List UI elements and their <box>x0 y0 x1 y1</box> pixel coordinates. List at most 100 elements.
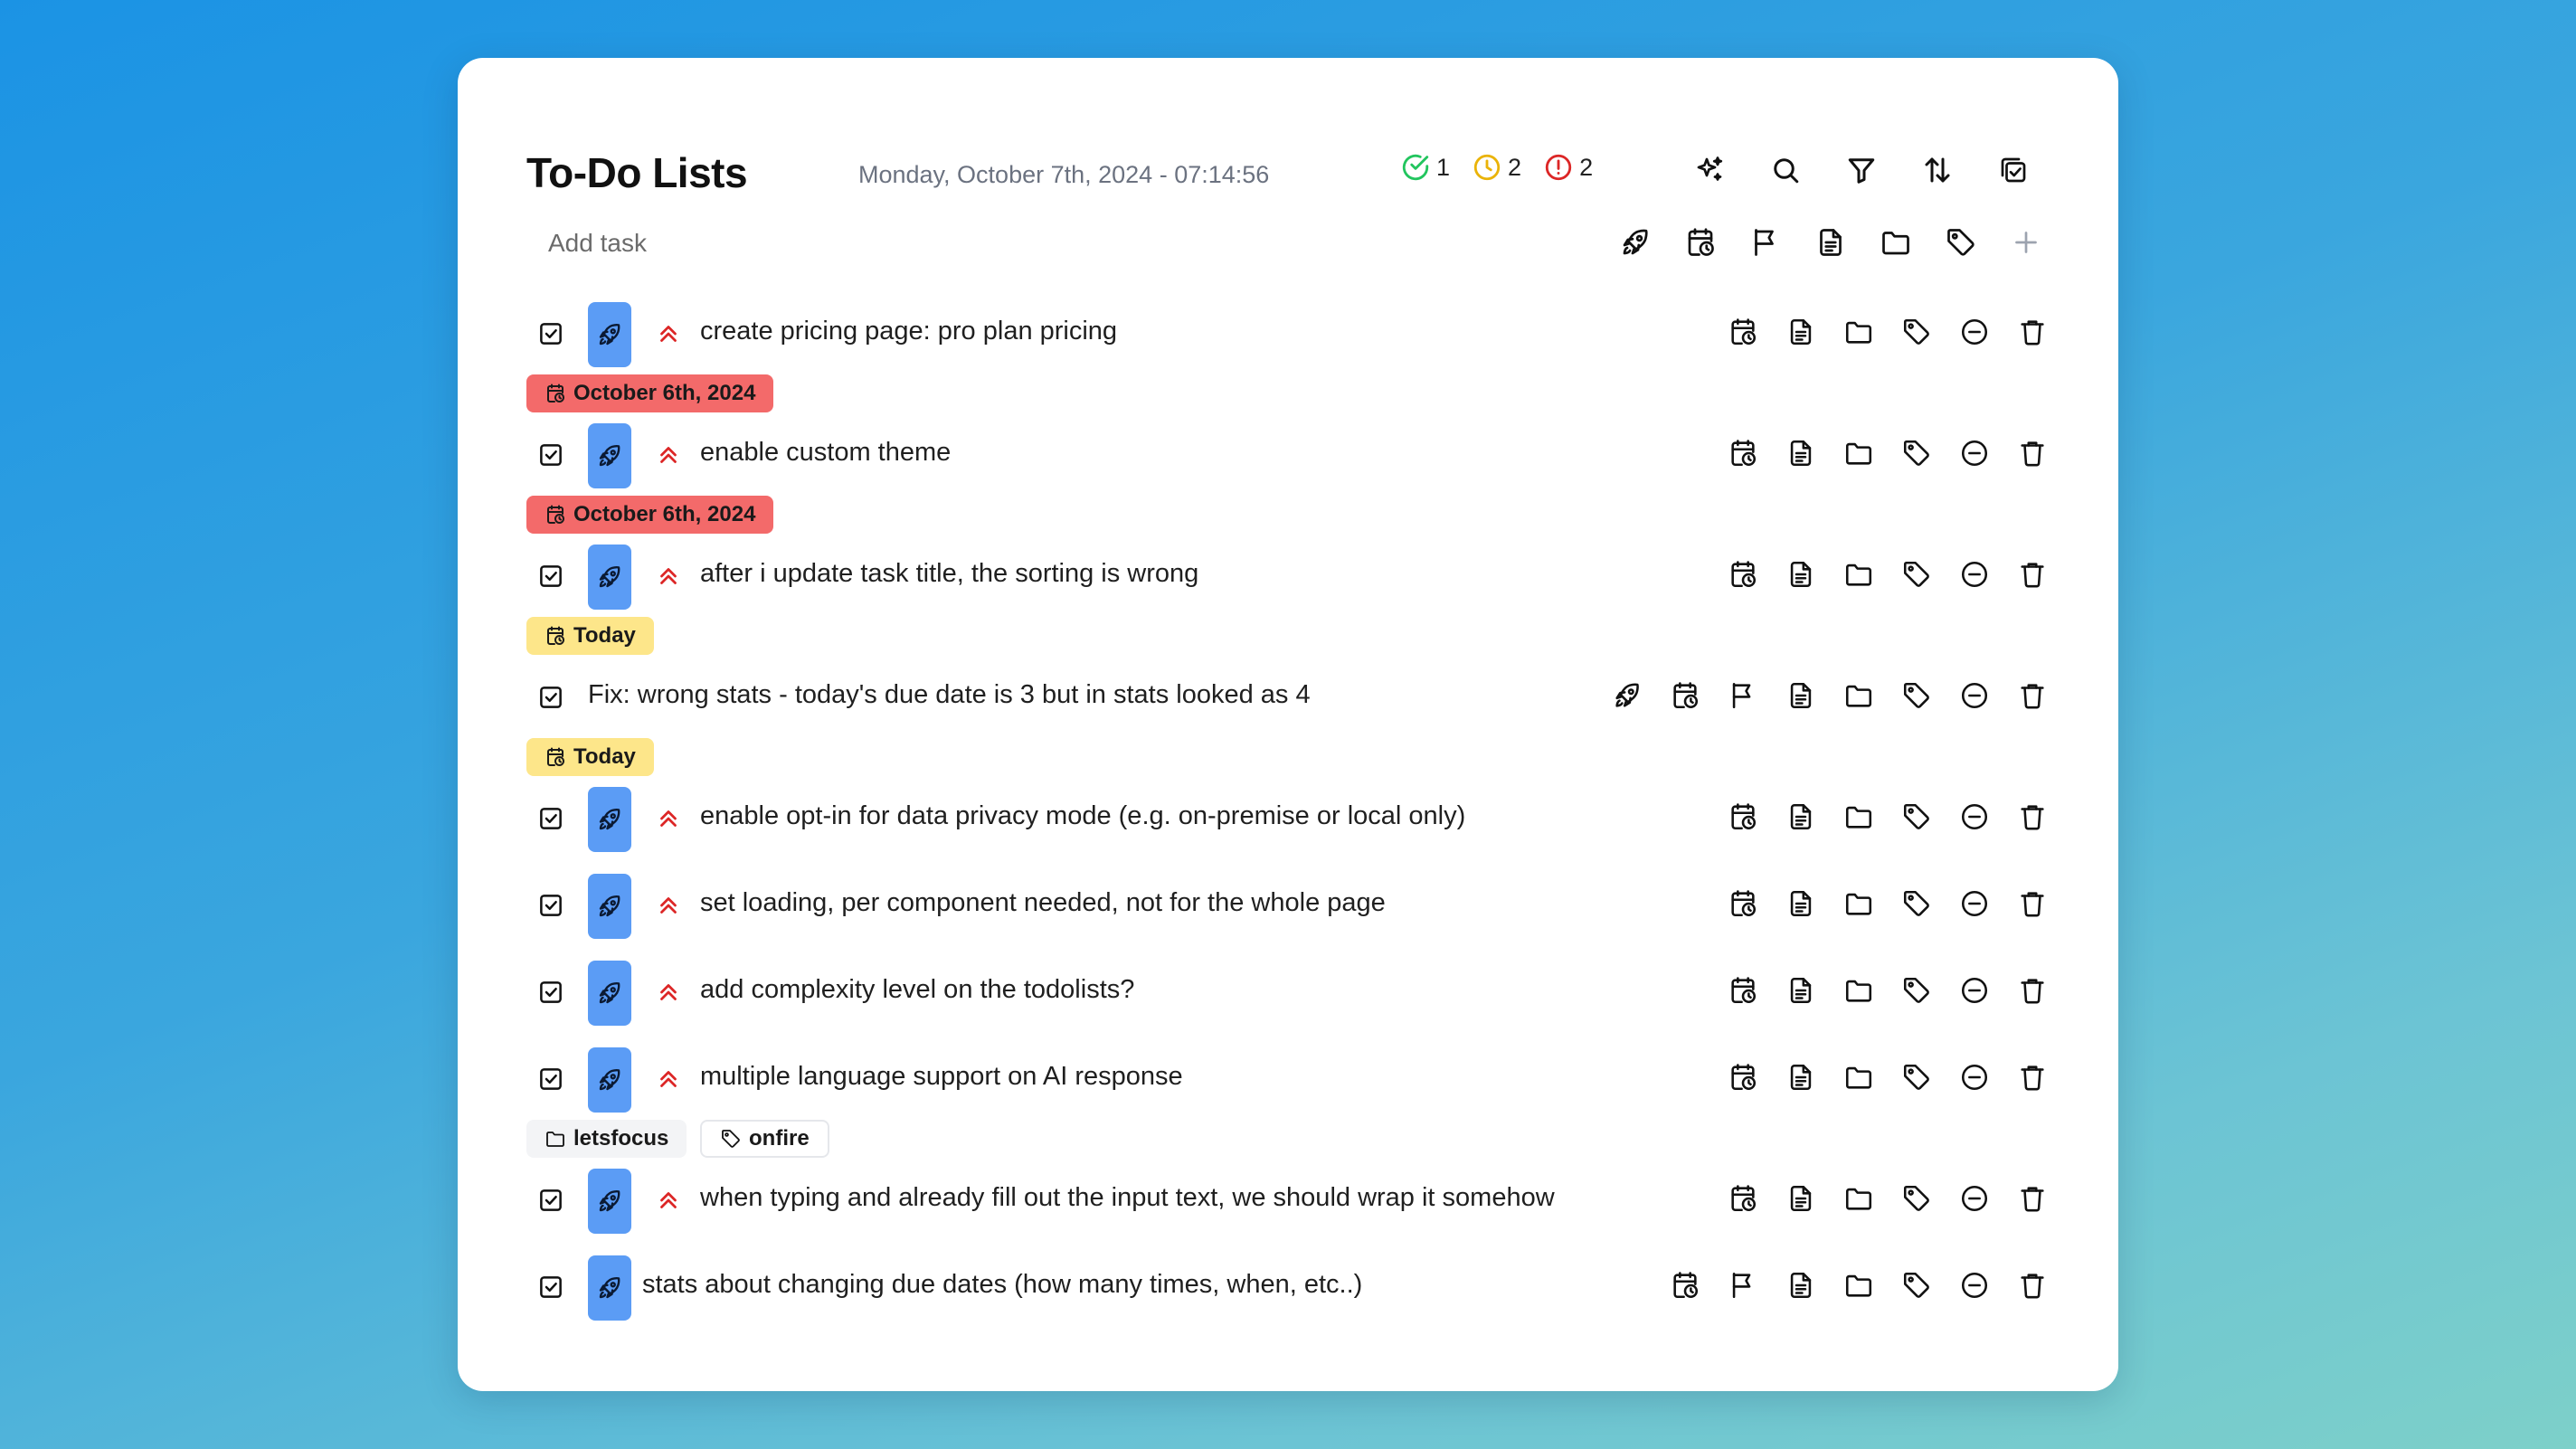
task-checkbox[interactable] <box>537 684 564 711</box>
tag-button[interactable] <box>1899 315 1934 349</box>
priority-button[interactable] <box>1726 1268 1760 1302</box>
note-button[interactable] <box>1784 315 1818 349</box>
focus-button[interactable] <box>1610 678 1644 713</box>
folder-button[interactable] <box>1842 557 1876 592</box>
delete-button[interactable] <box>2015 1181 2050 1216</box>
filter-button[interactable] <box>1843 152 1880 188</box>
task-title[interactable]: enable custom theme <box>700 438 951 468</box>
task-title[interactable]: add complexity level on the todolists? <box>700 975 1134 1005</box>
tag-badge[interactable]: onfire <box>700 1120 829 1158</box>
remove-button[interactable] <box>1957 973 1992 1008</box>
tag-button[interactable] <box>1899 800 1934 834</box>
delete-button[interactable] <box>2015 557 2050 592</box>
folder-button[interactable] <box>1842 315 1876 349</box>
task-checkbox[interactable] <box>537 1065 564 1093</box>
remove-button[interactable] <box>1957 1268 1992 1302</box>
search-button[interactable] <box>1767 152 1804 188</box>
focus-badge[interactable] <box>588 1255 631 1321</box>
due-date-button[interactable] <box>1726 315 1760 349</box>
task-title[interactable]: set loading, per component needed, not f… <box>700 888 1386 918</box>
remove-button[interactable] <box>1957 436 1992 470</box>
task-checkbox[interactable] <box>537 979 564 1006</box>
sort-button[interactable] <box>1919 152 1956 188</box>
due-date-button[interactable] <box>1668 678 1702 713</box>
tag-button[interactable] <box>1899 557 1934 592</box>
stat-done[interactable]: 1 <box>1400 152 1450 183</box>
note-button[interactable] <box>1784 678 1818 713</box>
due-date-button[interactable] <box>1726 1060 1760 1094</box>
remove-button[interactable] <box>1957 886 1992 921</box>
folder-button[interactable] <box>1842 1181 1876 1216</box>
folder-button[interactable] <box>1842 436 1876 470</box>
folder-button[interactable] <box>1842 678 1876 713</box>
focus-badge[interactable] <box>588 423 631 488</box>
tag-button[interactable] <box>1899 436 1934 470</box>
tag-button[interactable] <box>1899 1268 1934 1302</box>
add-note-button[interactable] <box>1813 224 1849 260</box>
task-checkbox[interactable] <box>537 320 564 347</box>
due-date-badge[interactable]: October 6th, 2024 <box>526 496 774 534</box>
add-priority-button[interactable] <box>1747 224 1784 260</box>
priority-button[interactable] <box>1726 678 1760 713</box>
task-title[interactable]: multiple language support on AI response <box>700 1062 1183 1092</box>
folder-button[interactable] <box>1842 1268 1876 1302</box>
delete-button[interactable] <box>2015 1060 2050 1094</box>
task-title[interactable]: when typing and already fill out the inp… <box>700 1183 1555 1213</box>
remove-button[interactable] <box>1957 557 1992 592</box>
due-date-button[interactable] <box>1726 436 1760 470</box>
remove-button[interactable] <box>1957 315 1992 349</box>
note-button[interactable] <box>1784 1181 1818 1216</box>
add-due-date-button[interactable] <box>1682 224 1719 260</box>
folder-button[interactable] <box>1842 800 1876 834</box>
note-button[interactable] <box>1784 800 1818 834</box>
focus-badge[interactable] <box>588 545 631 610</box>
remove-button[interactable] <box>1957 1181 1992 1216</box>
task-title[interactable]: Fix: wrong stats - today's due date is 3… <box>588 680 1311 710</box>
remove-button[interactable] <box>1957 1060 1992 1094</box>
folder-badge[interactable]: letsfocus <box>526 1120 687 1158</box>
stat-pending[interactable]: 2 <box>1472 152 1521 183</box>
folder-button[interactable] <box>1842 886 1876 921</box>
ai-sparkles-button[interactable] <box>1691 152 1728 188</box>
note-button[interactable] <box>1784 1268 1818 1302</box>
due-date-button[interactable] <box>1726 886 1760 921</box>
tag-button[interactable] <box>1899 1060 1934 1094</box>
due-date-button[interactable] <box>1726 973 1760 1008</box>
note-button[interactable] <box>1784 1060 1818 1094</box>
add-task-input[interactable] <box>526 221 1521 266</box>
task-checkbox[interactable] <box>537 563 564 590</box>
add-tag-button[interactable] <box>1943 224 1979 260</box>
delete-button[interactable] <box>2015 886 2050 921</box>
delete-button[interactable] <box>2015 800 2050 834</box>
task-checkbox[interactable] <box>537 805 564 832</box>
add-folder-button[interactable] <box>1878 224 1914 260</box>
note-button[interactable] <box>1784 973 1818 1008</box>
due-date-badge[interactable]: Today <box>526 617 654 655</box>
tag-button[interactable] <box>1899 973 1934 1008</box>
tag-button[interactable] <box>1899 1181 1934 1216</box>
stat-overdue[interactable]: 2 <box>1543 152 1593 183</box>
add-focus-button[interactable] <box>1617 224 1653 260</box>
task-checkbox[interactable] <box>537 892 564 919</box>
remove-button[interactable] <box>1957 678 1992 713</box>
due-date-button[interactable] <box>1668 1268 1702 1302</box>
due-date-badge[interactable]: Today <box>526 738 654 776</box>
due-date-button[interactable] <box>1726 1181 1760 1216</box>
folder-button[interactable] <box>1842 1060 1876 1094</box>
tag-button[interactable] <box>1899 886 1934 921</box>
focus-badge[interactable] <box>588 787 631 852</box>
note-button[interactable] <box>1784 557 1818 592</box>
task-title[interactable]: stats about changing due dates (how many… <box>642 1270 1362 1300</box>
focus-badge[interactable] <box>588 302 631 367</box>
task-title[interactable]: create pricing page: pro plan pricing <box>700 317 1117 346</box>
due-date-badge[interactable]: October 6th, 2024 <box>526 374 774 412</box>
submit-task-button[interactable] <box>2008 224 2044 260</box>
task-title[interactable]: after i update task title, the sorting i… <box>700 559 1198 589</box>
delete-button[interactable] <box>2015 315 2050 349</box>
tag-button[interactable] <box>1899 678 1934 713</box>
delete-button[interactable] <box>2015 973 2050 1008</box>
note-button[interactable] <box>1784 436 1818 470</box>
task-checkbox[interactable] <box>537 1274 564 1301</box>
remove-button[interactable] <box>1957 800 1992 834</box>
task-title[interactable]: enable opt-in for data privacy mode (e.g… <box>700 801 1465 831</box>
